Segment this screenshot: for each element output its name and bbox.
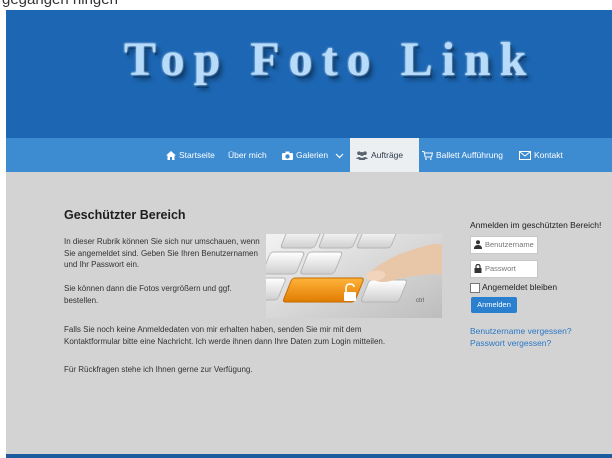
chevron-down-icon — [335, 153, 343, 159]
username-field[interactable] — [470, 236, 538, 254]
nav-item-ballett[interactable]: Ballett Aufführung — [422, 138, 503, 172]
password-field[interactable] — [470, 260, 538, 278]
remember-checkbox[interactable] — [470, 282, 480, 293]
nav-label: Kontakt — [534, 150, 563, 160]
nav-item-kontakt[interactable]: Kontakt — [519, 138, 563, 172]
page-title: Geschützter Bereich — [64, 208, 186, 222]
contact-paragraph: Falls Sie noch keine Anmeldedaten von mi… — [64, 325, 386, 346]
remember-label: Angemeldet bleiben — [482, 282, 558, 292]
footer-bar — [6, 454, 612, 458]
keyboard-illustration: ctrl — [266, 234, 442, 318]
main-nav: Startseite Über mich Galerien Aufträge B… — [6, 138, 612, 172]
nav-item-galerien[interactable]: Galerien — [282, 138, 347, 172]
questions-paragraph: Für Rückfragen stehe ich Ihnen gerne zur… — [64, 365, 253, 374]
forgot-username-link[interactable]: Benutzername vergessen? — [470, 326, 572, 336]
nav-item-startseite[interactable]: Startseite — [166, 138, 215, 172]
camera-icon — [282, 151, 293, 161]
ctrl-key-label: ctrl — [416, 298, 424, 304]
password-input[interactable] — [485, 263, 535, 274]
cart-icon — [422, 151, 433, 161]
nav-label: Galerien — [296, 150, 329, 160]
nav-label: Ballett Aufführung — [436, 150, 503, 160]
nav-label: Über mich — [228, 150, 267, 160]
nav-item-auftraege[interactable]: Aufträge — [350, 138, 419, 172]
users-icon — [356, 151, 368, 161]
forgot-password-link[interactable]: Passwort vergessen? — [470, 338, 551, 348]
username-input[interactable] — [485, 239, 535, 250]
home-icon — [166, 151, 176, 161]
user-icon — [474, 240, 482, 249]
keyboard-unlock-image: ctrl — [266, 234, 442, 318]
intro-paragraph: In dieser Rubrik können Sie sich nur ums… — [64, 237, 260, 269]
nav-label: Startseite — [179, 150, 215, 160]
nav-label: Aufträge — [371, 150, 404, 160]
mail-icon — [519, 151, 531, 161]
lock-icon — [474, 264, 482, 273]
order-paragraph: Sie können dann die Fotos vergrößern und… — [64, 284, 232, 305]
browser-page: Top Foto Link Startseite Über mich Galer… — [6, 10, 612, 458]
top-cut-text: gegangen hingen — [0, 0, 612, 10]
site-logo[interactable]: Top Foto Link — [124, 32, 535, 87]
login-title: Anmelden im geschützten Bereich! — [470, 220, 602, 230]
nav-item-ueber-mich[interactable]: Über mich — [228, 138, 267, 172]
login-button[interactable]: Anmelden — [471, 297, 517, 313]
site-header: Top Foto Link — [6, 10, 612, 138]
remember-me[interactable]: Angemeldet bleiben — [470, 282, 557, 293]
